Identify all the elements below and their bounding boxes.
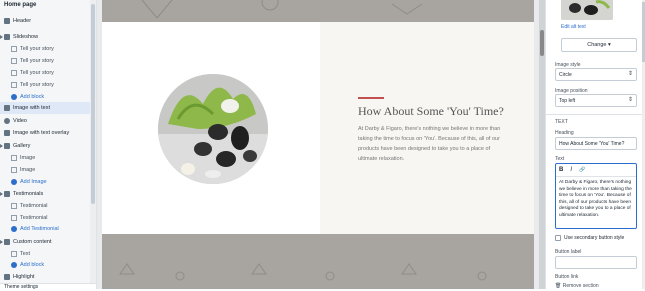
sidebar-item-custom-content[interactable]: Custom content (0, 236, 90, 248)
thumbnail-photo (561, 0, 613, 20)
image-overlay-icon (4, 130, 10, 136)
add-image-button[interactable]: Add Image (0, 176, 90, 188)
gallery-icon (4, 143, 10, 149)
add-block-button[interactable]: Add block (0, 259, 90, 271)
header-icon (4, 18, 10, 24)
image-position-select[interactable]: Top left ⇕ (555, 94, 637, 107)
select-chevron-icon: ⇕ (627, 97, 633, 103)
button-label-input[interactable] (555, 256, 637, 269)
italic-button[interactable]: I (570, 167, 572, 173)
sidebar-subitem-slide[interactable]: Tell your story (0, 43, 90, 55)
decorative-pattern (141, 0, 423, 19)
sidebar-item-testimonials[interactable]: Testimonials (0, 188, 90, 200)
edit-alt-text-link[interactable]: Edit alt text (561, 24, 586, 30)
bold-button[interactable]: B (559, 167, 563, 173)
sidebar-item-slideshow[interactable]: Slideshow (0, 31, 90, 43)
highlight-icon (4, 274, 10, 280)
sidebar-scrollbar[interactable] (90, 0, 96, 284)
sidebar-subitem-slide[interactable]: Tell your story (0, 55, 90, 67)
sidebar-item-header[interactable]: Header (0, 15, 90, 27)
decorative-pattern (119, 263, 487, 281)
section-settings-panel: Edit alt text Change ▾ Image style Circl… (545, 0, 645, 289)
sidebar-title: Home page (4, 2, 37, 8)
testimonials-icon (4, 191, 10, 197)
block-icon (11, 215, 17, 221)
overlay-band (102, 234, 534, 289)
heading-input[interactable]: How About Some 'You' Time? (555, 137, 637, 150)
sidebar-subitem-slide[interactable]: Tell your story (0, 67, 90, 79)
block-icon (11, 251, 17, 257)
section-body: At Darby & Figaro, there's nothing we be… (358, 126, 501, 162)
video-icon (4, 118, 10, 124)
button-label-label: Button label (555, 249, 582, 255)
theme-settings-link[interactable]: Theme settings (0, 283, 96, 289)
secondary-button-checkbox[interactable] (555, 235, 561, 241)
image-style-select[interactable]: Circle ⇕ (555, 68, 637, 81)
section-heading: How About Some 'You' Time? (358, 104, 504, 118)
block-icon (11, 155, 17, 161)
divider (546, 114, 642, 115)
spa-stones-image (158, 74, 268, 184)
select-chevron-icon: ⇕ (627, 71, 633, 77)
image-with-text-icon (4, 105, 10, 111)
button-link-label: Button link (555, 274, 579, 280)
preview-canvas: How About Some 'You' Time? At Darby & Fi… (102, 0, 534, 289)
trash-icon: 🗑 (555, 283, 563, 289)
sidebar-subitem-image[interactable]: Image (0, 164, 90, 176)
change-image-button[interactable]: Change ▾ (561, 38, 637, 52)
sidebar-item-gallery[interactable]: Gallery (0, 140, 90, 152)
heading-label: Heading (555, 130, 574, 136)
block-icon (11, 46, 17, 52)
block-icon (11, 82, 17, 88)
text-label: Text (555, 156, 565, 162)
block-icon (11, 70, 17, 76)
rich-text-content[interactable]: At Darby & Figaro, there's nothing we be… (556, 177, 636, 223)
text-section-label: TEXT (555, 119, 568, 125)
sidebar-item-highlight[interactable]: Highlight (0, 271, 90, 283)
remove-section-button[interactable]: 🗑 Remove section (555, 283, 599, 289)
block-icon (11, 167, 17, 173)
image-column (102, 22, 320, 234)
sidebar-subitem-image[interactable]: Image (0, 152, 90, 164)
slideshow-band (102, 0, 534, 22)
rich-text-toolbar: B I 🔗 (556, 164, 636, 177)
scrollbar-thumb[interactable] (91, 4, 95, 204)
scrollbar-thumb[interactable] (540, 30, 544, 56)
block-icon (11, 203, 17, 209)
plus-circle-icon (11, 94, 17, 100)
slideshow-icon (4, 34, 10, 40)
secondary-button-label: Use secondary button style (564, 235, 625, 241)
sidebar-item-image-overlay[interactable]: Image with text overlay (0, 127, 90, 139)
block-icon (11, 58, 17, 64)
add-testimonial-button[interactable]: Add Testimonial (0, 223, 90, 235)
plus-circle-icon (11, 226, 17, 232)
sidebar-subitem-testimonial[interactable]: Testimonial (0, 200, 90, 212)
selected-image-thumbnail[interactable] (561, 0, 613, 20)
stones-photo (158, 74, 268, 184)
sidebar-item-image-with-text[interactable]: Image with text (0, 102, 90, 114)
rich-text-editor[interactable]: B I 🔗 At Darby & Figaro, there's nothing… (555, 163, 637, 229)
link-icon[interactable]: 🔗 (579, 167, 585, 173)
plus-circle-icon (11, 262, 17, 268)
plus-circle-icon (11, 179, 17, 185)
text-column: How About Some 'You' Time? At Darby & Fi… (320, 22, 534, 234)
theme-sections-sidebar: Home page Header Slideshow Tell your sto… (0, 0, 97, 289)
heading-accent-line (358, 97, 384, 99)
sidebar-item-video[interactable]: Video (0, 115, 90, 127)
custom-content-icon (4, 239, 10, 245)
sidebar-subitem-slide[interactable]: Tell your story (0, 79, 90, 91)
store-preview: How About Some 'You' Time? At Darby & Fi… (97, 0, 545, 289)
